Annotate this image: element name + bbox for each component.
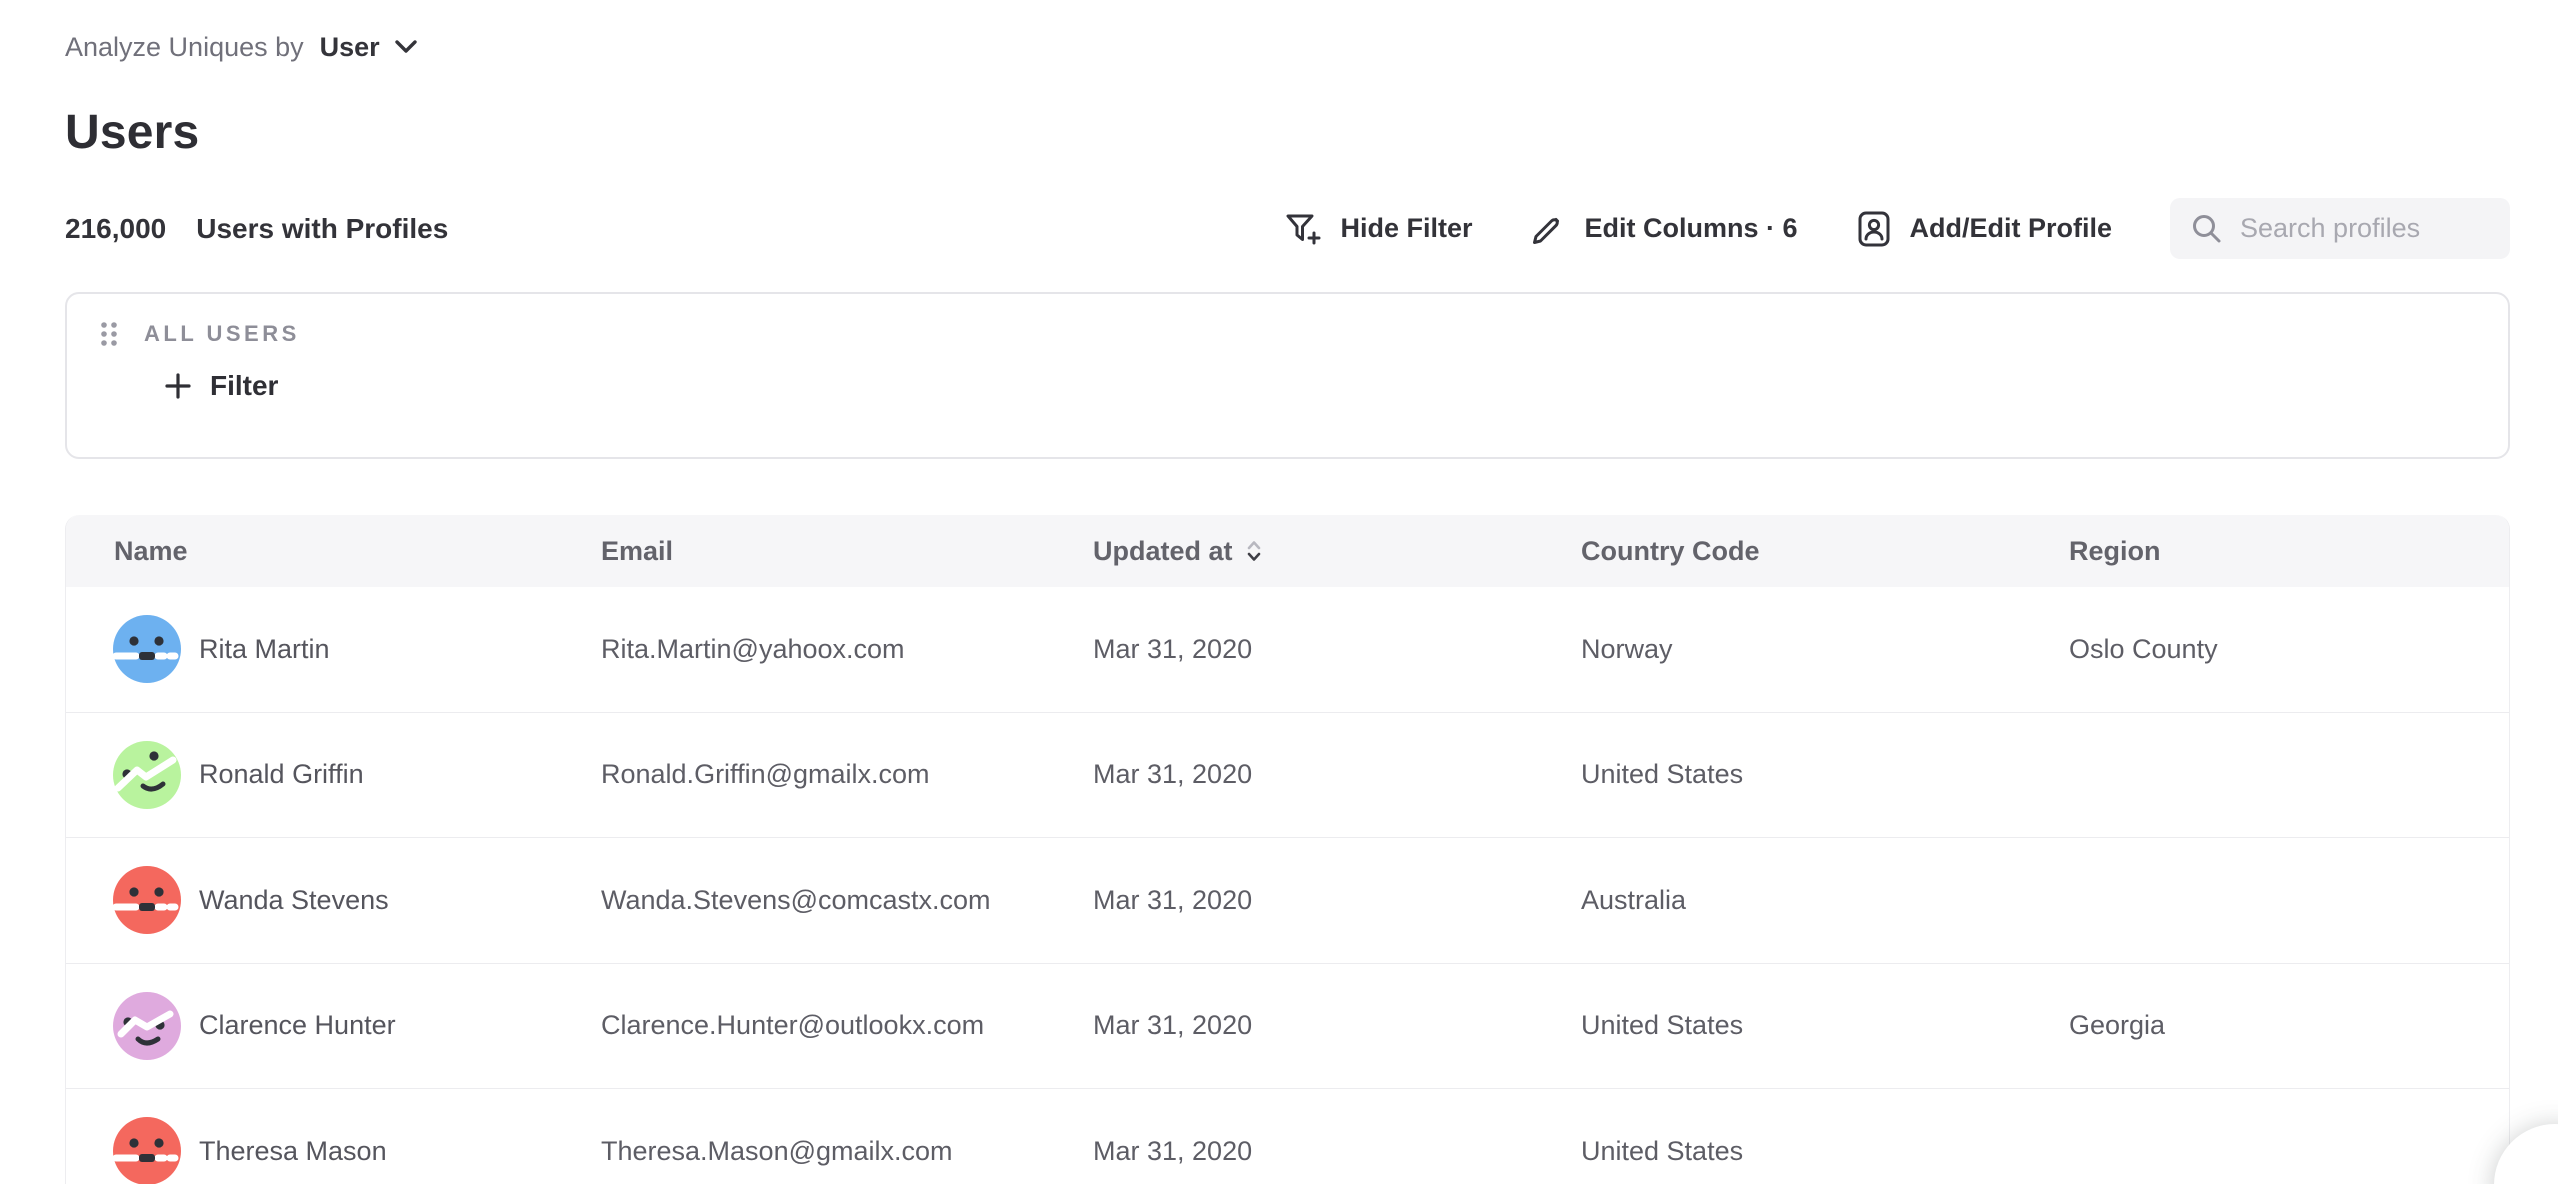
sort-icon[interactable] (1246, 540, 1262, 562)
pencil-icon (1530, 211, 1566, 247)
filter-group-header: ALL USERS (98, 320, 2508, 348)
add-filter-label: Filter (210, 370, 278, 402)
user-name: Theresa Mason (199, 1136, 387, 1167)
table-row[interactable]: Wanda Stevens Wanda.Stevens@comcastx.com… (66, 838, 2509, 964)
column-header-updated-at[interactable]: Updated at (1093, 536, 1581, 567)
user-updated-at: Mar 31, 2020 (1093, 759, 1581, 790)
user-name: Wanda Stevens (199, 885, 389, 916)
avatar (113, 866, 181, 934)
page-title: Users (65, 106, 2510, 160)
users-table: Name Email Updated at Country Code Regio… (65, 515, 2510, 1184)
table-row[interactable]: Rita Martin Rita.Martin@yahoox.com Mar 3… (66, 587, 2509, 713)
filter-group-label: ALL USERS (144, 321, 300, 347)
user-updated-at: Mar 31, 2020 (1093, 634, 1581, 665)
user-country-code: Norway (1581, 634, 2069, 665)
user-count-group: 216,000 Users with Profiles (65, 213, 448, 245)
filter-funnel-plus-icon (1282, 211, 1322, 247)
users-page: Analyze Uniques by User Users 216,000 Us… (0, 0, 2558, 1184)
user-count: 216,000 (65, 213, 166, 245)
toolbar-actions: Hide Filter Edit Columns · 6 (1282, 198, 2510, 259)
user-updated-at: Mar 31, 2020 (1093, 1136, 1581, 1167)
chevron-down-icon (380, 39, 418, 55)
user-email: Theresa.Mason@gmailx.com (601, 1136, 1093, 1167)
search-profiles-box[interactable] (2170, 198, 2510, 259)
table-row[interactable]: Ronald Griffin Ronald.Griffin@gmailx.com… (66, 713, 2509, 839)
user-country-code: United States (1581, 759, 2069, 790)
column-header-updated-at-label: Updated at (1093, 536, 1233, 567)
user-country-code: United States (1581, 1010, 2069, 1041)
drag-handle-icon[interactable] (98, 320, 122, 348)
user-email: Ronald.Griffin@gmailx.com (601, 759, 1093, 790)
analyze-uniques-selector[interactable]: User (320, 32, 418, 63)
table-row[interactable]: Clarence Hunter Clarence.Hunter@outlookx… (66, 964, 2509, 1090)
hide-filter-button[interactable]: Hide Filter (1282, 211, 1472, 247)
edit-columns-button[interactable]: Edit Columns · 6 (1530, 211, 1797, 247)
column-header-region[interactable]: Region (2069, 536, 2509, 567)
toolbar: 216,000 Users with Profiles Hide Filter (65, 198, 2510, 259)
user-name: Rita Martin (199, 634, 330, 665)
table-header-row: Name Email Updated at Country Code Regio… (66, 515, 2509, 587)
column-header-country-code[interactable]: Country Code (1581, 536, 2069, 567)
search-profiles-input[interactable] (2240, 213, 2490, 244)
avatar (113, 1117, 181, 1184)
avatar (113, 992, 181, 1060)
user-name: Ronald Griffin (199, 759, 364, 790)
analyze-uniques-value: User (320, 32, 380, 63)
user-email: Clarence.Hunter@outlookx.com (601, 1010, 1093, 1041)
user-name: Clarence Hunter (199, 1010, 396, 1041)
hide-filter-label: Hide Filter (1340, 213, 1472, 244)
user-region: Oslo County (2069, 634, 2509, 665)
user-country-code: United States (1581, 1136, 2069, 1167)
analyze-uniques-row: Analyze Uniques by User (65, 30, 2510, 64)
profile-badge-icon (1856, 209, 1892, 249)
column-header-name[interactable]: Name (66, 536, 601, 567)
add-edit-profile-button[interactable]: Add/Edit Profile (1856, 209, 2113, 249)
column-header-email[interactable]: Email (601, 536, 1093, 567)
search-icon (2190, 212, 2224, 246)
filter-panel: ALL USERS Filter (65, 292, 2510, 459)
table-row[interactable]: Theresa Mason Theresa.Mason@gmailx.com M… (66, 1089, 2509, 1184)
plus-icon (164, 372, 192, 400)
edit-columns-label: Edit Columns · 6 (1584, 213, 1797, 244)
user-email: Wanda.Stevens@comcastx.com (601, 885, 1093, 916)
user-updated-at: Mar 31, 2020 (1093, 885, 1581, 916)
avatar (113, 741, 181, 809)
user-updated-at: Mar 31, 2020 (1093, 1010, 1581, 1041)
add-edit-profile-label: Add/Edit Profile (1910, 213, 2113, 244)
add-filter-button[interactable]: Filter (164, 370, 2508, 402)
analyze-uniques-label: Analyze Uniques by (65, 32, 304, 63)
user-email: Rita.Martin@yahoox.com (601, 634, 1093, 665)
avatar (113, 615, 181, 683)
user-region: Georgia (2069, 1010, 2509, 1041)
user-count-label: Users with Profiles (196, 213, 448, 245)
user-country-code: Australia (1581, 885, 2069, 916)
